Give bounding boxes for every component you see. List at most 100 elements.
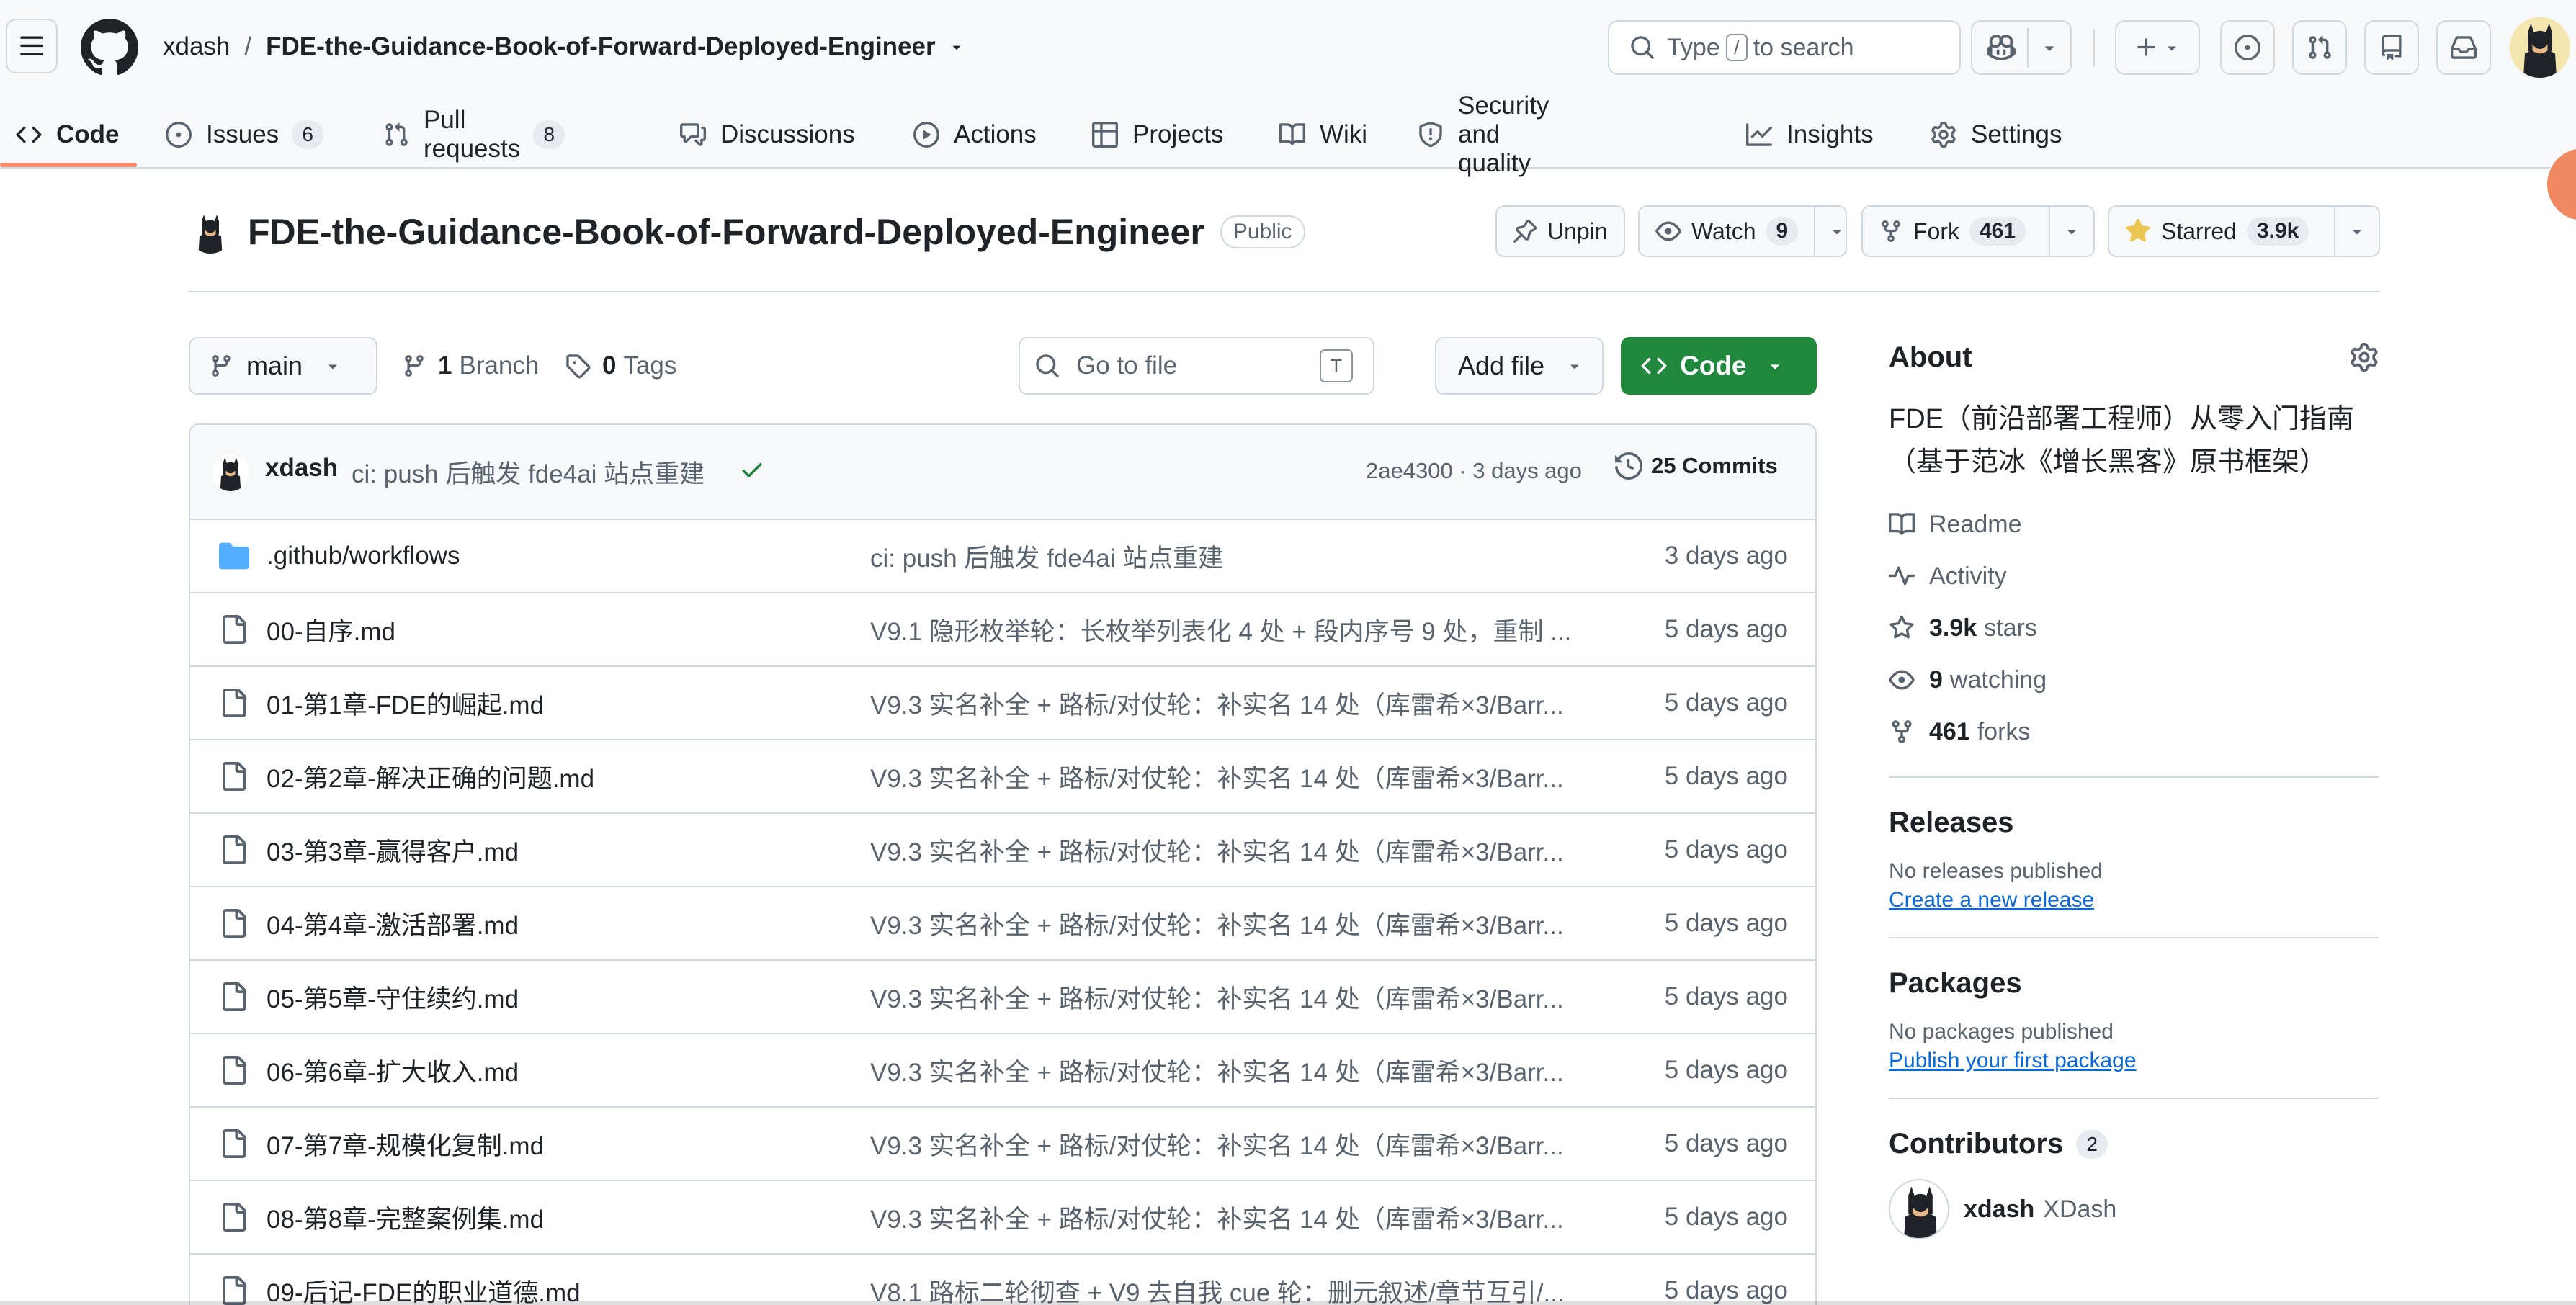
file-commit-message[interactable]: V9.3 实名补全 + 路标/对仗轮：补实名 14 处（库雷希×3/Barr..…: [870, 1181, 1591, 1253]
commit-author-avatar[interactable]: [212, 454, 249, 491]
repo-name[interactable]: FDE-the-Guidance-Book-of-Forward-Deploye…: [248, 211, 1204, 253]
book-icon: [1279, 122, 1305, 148]
star-button[interactable]: Starred 3.9k: [2108, 205, 2380, 257]
tab-projects[interactable]: Projects: [1092, 101, 1223, 169]
repo-link[interactable]: FDE-the-Guidance-Book-of-Forward-Deploye…: [266, 32, 935, 61]
commit-sha-time[interactable]: 2ae4300 · 3 days ago: [1366, 458, 1582, 484]
file-commit-message[interactable]: V9.3 实名补全 + 路标/对仗轮：补实名 14 处（库雷希×3/Barr..…: [870, 667, 1591, 739]
watch-button[interactable]: Watch 9: [1638, 205, 1847, 257]
owner-link[interactable]: xdash: [163, 32, 230, 61]
file-commit-message[interactable]: V9.3 实名补全 + 路标/对仗轮：补实名 14 处（库雷希×3/Barr..…: [870, 887, 1591, 959]
file-row[interactable]: 06-第6章-扩大收入.md V9.3 实名补全 + 路标/对仗轮：补实名 14 …: [190, 1034, 1815, 1108]
fork-button[interactable]: Fork 461: [1861, 205, 2095, 257]
branches-link[interactable]: 1 Branch: [402, 346, 539, 386]
tab-actions[interactable]: Actions: [913, 101, 1037, 169]
forks-count: 461: [1929, 717, 1970, 745]
repo-owner-avatar[interactable]: [189, 210, 232, 254]
discussions-icon: [680, 122, 706, 148]
search-input[interactable]: Type / to search: [1608, 20, 1961, 75]
file-row[interactable]: 05-第5章-守住续约.md V9.3 实名补全 + 路标/对仗轮：补实名 14 …: [190, 961, 1815, 1034]
publish-package-link[interactable]: Publish your first package: [1889, 1049, 2379, 1073]
caret-down-icon[interactable]: [949, 39, 965, 55]
menu-button[interactable]: [6, 19, 58, 73]
repositories-button[interactable]: [2364, 20, 2419, 75]
file-commit-message[interactable]: ci: push 后触发 fde4ai 站点重建: [870, 520, 1591, 592]
search-icon: [1629, 35, 1655, 60]
file-row[interactable]: 04-第4章-激活部署.md V9.3 实名补全 + 路标/对仗轮：补实名 14 …: [190, 887, 1815, 961]
tab-pull-requests[interactable]: Pull requests 8: [383, 101, 565, 169]
active-tab-indicator: [0, 163, 137, 167]
file-name[interactable]: 09-后记-FDE的职业道德.md: [267, 1255, 581, 1305]
file-commit-message[interactable]: V8.1 路标二轮彻查 + V9 去自我 cue 轮：删元叙述/章节互引/...: [870, 1255, 1591, 1305]
check-icon[interactable]: [739, 457, 765, 483]
file-row[interactable]: 08-第8章-完整案例集.md V9.3 实名补全 + 路标/对仗轮：补实名 14…: [190, 1181, 1815, 1255]
commit-message[interactable]: ci: push 后触发 fde4ai 站点重建: [352, 454, 705, 490]
file-commit-message[interactable]: V9.3 实名补全 + 路标/对仗轮：补实名 14 处（库雷希×3/Barr..…: [870, 1108, 1591, 1180]
file-name[interactable]: .github/workflows: [267, 520, 460, 592]
file-commit-message[interactable]: V9.3 实名补全 + 路标/对仗轮：补实名 14 处（库雷希×3/Barr..…: [870, 814, 1591, 886]
contributors-title[interactable]: Contributors: [1889, 1128, 2063, 1160]
file-name[interactable]: 06-第6章-扩大收入.md: [267, 1034, 519, 1106]
file-name[interactable]: 00-自序.md: [267, 593, 395, 665]
file-row[interactable]: 07-第7章-规模化复制.md V9.3 实名补全 + 路标/对仗轮：补实名 14…: [190, 1108, 1815, 1181]
tab-security[interactable]: Security and quality: [1418, 91, 1549, 177]
gear-icon[interactable]: [2350, 343, 2379, 372]
file-row[interactable]: 00-自序.md V9.1 隐形枚举轮：长枚举列表化 4 处 + 段内序号 9 处…: [190, 593, 1815, 667]
file-commit-message[interactable]: V9.3 实名补全 + 路标/对仗轮：补实名 14 处（库雷希×3/Barr..…: [870, 740, 1591, 812]
watch-label: Watch: [1691, 218, 1756, 244]
file-commit-message[interactable]: V9.3 实名补全 + 路标/对仗轮：补实名 14 处（库雷希×3/Barr..…: [870, 961, 1591, 1033]
file-row[interactable]: .github/workflows ci: push 后触发 fde4ai 站点重…: [190, 520, 1815, 593]
file-row[interactable]: 01-第1章-FDE的崛起.md V9.3 实名补全 + 路标/对仗轮：补实名 1…: [190, 667, 1815, 740]
go-to-file-input[interactable]: Go to file T: [1019, 337, 1374, 395]
file-row[interactable]: 09-后记-FDE的职业道德.md V8.1 路标二轮彻查 + V9 去自我 cu…: [190, 1255, 1815, 1305]
contributor-avatar[interactable]: [1889, 1179, 1949, 1239]
unpin-button[interactable]: Unpin: [1495, 205, 1625, 257]
file-name[interactable]: 04-第4章-激活部署.md: [267, 887, 519, 959]
file-name[interactable]: 02-第2章-解决正确的问题.md: [267, 740, 594, 812]
github-logo-icon[interactable]: [81, 19, 138, 76]
readme-link[interactable]: Readme: [1889, 498, 2379, 550]
tab-issues[interactable]: Issues 6: [166, 101, 324, 169]
copilot-button[interactable]: [1971, 20, 2072, 75]
pull-requests-button[interactable]: [2292, 20, 2347, 75]
tab-code[interactable]: Code: [16, 101, 120, 169]
tags-link[interactable]: 0 Tags: [565, 346, 676, 386]
create-new-button[interactable]: [2115, 20, 2200, 75]
inbox-button[interactable]: [2436, 20, 2491, 75]
file-commit-message[interactable]: V9.3 实名补全 + 路标/对仗轮：补实名 14 处（库雷希×3/Barr..…: [870, 1034, 1591, 1106]
file-row[interactable]: 02-第2章-解决正确的问题.md V9.3 实名补全 + 路标/对仗轮：补实名 …: [190, 740, 1815, 814]
tab-label: Settings: [1971, 120, 2062, 148]
stars-link[interactable]: 3.9k stars: [1889, 602, 2379, 654]
add-file-button[interactable]: Add file: [1435, 337, 1604, 395]
file-row[interactable]: 03-第3章-赢得客户.md V9.3 实名补全 + 路标/对仗轮：补实名 14 …: [190, 814, 1815, 887]
branch-selector[interactable]: main: [189, 337, 377, 395]
forks-link[interactable]: 461 forks: [1889, 706, 2379, 758]
file-commit-message[interactable]: V9.1 隐形枚举轮：长枚举列表化 4 处 + 段内序号 9 处，重制 ...: [870, 593, 1591, 665]
copilot-icon: [1987, 33, 2016, 62]
activity-link[interactable]: Activity: [1889, 550, 2379, 602]
issues-button[interactable]: [2220, 20, 2275, 75]
chevron-down-icon[interactable]: [2040, 38, 2059, 57]
tab-insights[interactable]: Insights: [1746, 101, 1874, 169]
file-commit-message-text: V9.3 实名补全 + 路标/对仗轮：补实名 14 处（库雷希×3/Barr..…: [870, 1205, 1564, 1234]
code-button[interactable]: Code: [1621, 337, 1817, 395]
user-avatar[interactable]: [2510, 17, 2570, 78]
file-name[interactable]: 08-第8章-完整案例集.md: [267, 1181, 544, 1253]
contributor-item[interactable]: xdash XDash: [1889, 1179, 2379, 1239]
file-name[interactable]: 01-第1章-FDE的崛起.md: [267, 667, 544, 739]
releases-title[interactable]: Releases: [1889, 807, 2379, 839]
file-icon: [219, 593, 248, 665]
commit-author[interactable]: xdash: [265, 454, 338, 483]
file-commit-date: 5 days ago: [1664, 982, 1788, 1010]
branch-icon: [402, 354, 426, 378]
file-name[interactable]: 05-第5章-守住续约.md: [267, 961, 519, 1033]
create-release-link[interactable]: Create a new release: [1889, 888, 2379, 912]
watching-link[interactable]: 9 watching: [1889, 654, 2379, 706]
file-name[interactable]: 07-第7章-规模化复制.md: [267, 1108, 544, 1180]
tab-discussions[interactable]: Discussions: [680, 101, 855, 169]
tab-settings[interactable]: Settings: [1931, 101, 2062, 169]
tab-wiki[interactable]: Wiki: [1279, 101, 1367, 169]
packages-title[interactable]: Packages: [1889, 967, 2379, 1000]
commits-link[interactable]: 25 Commits: [1615, 452, 1778, 480]
file-name[interactable]: 03-第3章-赢得客户.md: [267, 814, 519, 886]
